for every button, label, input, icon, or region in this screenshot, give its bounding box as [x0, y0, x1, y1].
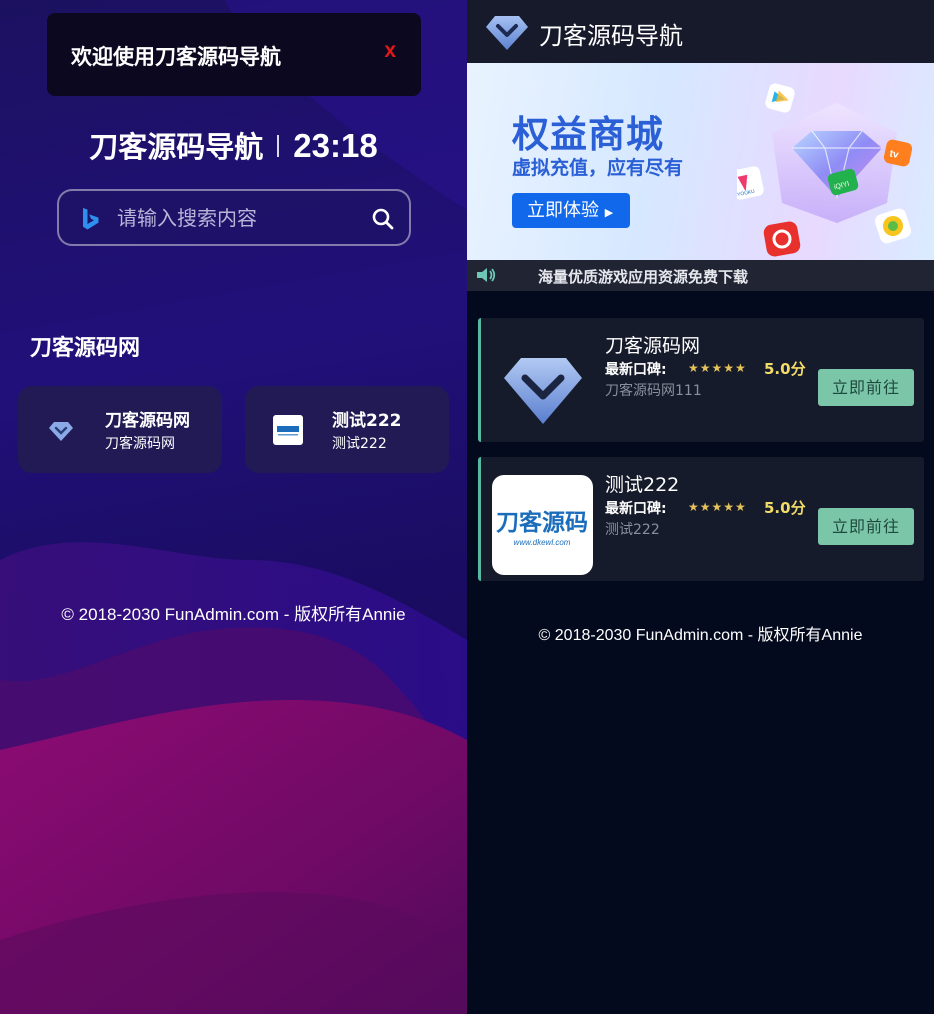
left-panel: 欢迎使用刀客源码导航 x 刀客源码导航 23:18 刀客源码网 刀客源码网 刀客源…	[0, 0, 467, 1014]
daoke-logo-icon	[273, 415, 303, 445]
go-button[interactable]: 立即前往	[818, 508, 914, 545]
search-icon[interactable]	[371, 207, 395, 231]
diamond-logo-icon	[504, 358, 582, 424]
try-now-label: 立即体验	[527, 200, 599, 221]
promo-banner[interactable]: 权益商城 虚拟充值，应有尽有 立即体验 ▶ iQIYI YOUKU tv	[467, 63, 934, 260]
site-name: 刀客源码网	[105, 411, 190, 431]
daoke-logo-icon: 刀客源码 www.dkewl.com	[492, 475, 593, 575]
brand-line: 刀客源码导航 23:18	[0, 124, 467, 166]
search-box	[57, 189, 411, 246]
divider	[277, 135, 280, 157]
search-input[interactable]	[117, 201, 357, 235]
speaker-icon	[477, 268, 496, 282]
score: 5.0分	[764, 499, 806, 517]
site-desc: 刀客源码网	[105, 436, 175, 452]
copyright: © 2018-2030 FunAdmin.com - 版权所有Annie	[538, 627, 863, 644]
welcome-notice: 欢迎使用刀客源码导航 x	[47, 13, 421, 96]
site-card-test222[interactable]: 测试222 测试222	[245, 386, 449, 473]
youku-icon: YOUKU	[737, 166, 764, 200]
app-card-test222: 刀客源码 www.dkewl.com 测试222 最新口碑: ★★★★★ 5.0…	[478, 457, 924, 581]
welcome-text: 欢迎使用刀客源码导航	[71, 45, 281, 69]
header-title: 刀客源码导航	[539, 22, 683, 50]
diamond-logo-icon[interactable]	[483, 8, 531, 56]
score: 5.0分	[764, 360, 806, 378]
caret-right-icon: ▶	[604, 206, 614, 219]
group-title: 刀客源码网	[30, 336, 141, 361]
notice-bar: 海量优质游戏应用资源免费下载	[467, 260, 934, 291]
notice-text: 海量优质游戏应用资源免费下载	[538, 268, 749, 286]
site-desc: 测试222	[332, 436, 387, 452]
go-button[interactable]: 立即前往	[818, 369, 914, 406]
clock: 23:18	[293, 127, 378, 164]
app-desc: 刀客源码网111	[605, 383, 702, 399]
netease-music-icon	[763, 221, 801, 257]
gem-illustration: iQIYI YOUKU tv	[737, 83, 913, 257]
right-panel: 刀客源码导航 权益商城 虚拟充值，应有尽有 立即体验 ▶ iQIYI YOUKU…	[467, 0, 934, 1014]
bing-icon[interactable]	[81, 207, 101, 231]
app-name: 测试222	[605, 474, 680, 496]
app-desc: 测试222	[605, 522, 660, 538]
logo-main-text: 刀客源码	[496, 509, 588, 536]
logo-sub-text: www.dkewl.com	[514, 538, 571, 547]
header: 刀客源码导航	[467, 0, 934, 63]
site-name: 刀客源码导航	[89, 130, 264, 164]
rating-label: 最新口碑:	[605, 501, 667, 517]
copyright: © 2018-2030 FunAdmin.com - 版权所有Annie	[61, 605, 406, 624]
site-card-daoke[interactable]: 刀客源码网 刀客源码网	[18, 386, 222, 473]
star-rating: ★★★★★	[688, 361, 747, 375]
site-name: 测试222	[332, 411, 402, 431]
tencent-video-icon	[765, 83, 795, 113]
try-now-button[interactable]: 立即体验 ▶	[512, 193, 630, 228]
diamond-logo-icon	[49, 422, 73, 441]
banner-title: 权益商城	[512, 113, 664, 156]
close-button[interactable]: x	[384, 39, 396, 63]
app-name: 刀客源码网	[605, 335, 701, 357]
app-card-daoke: 刀客源码网 最新口碑: ★★★★★ 5.0分 刀客源码网111 立即前往	[478, 318, 924, 442]
banner-subtitle: 虚拟充值，应有尽有	[512, 157, 684, 179]
rating-label: 最新口碑:	[605, 362, 667, 378]
green-app-icon	[874, 208, 912, 244]
star-rating: ★★★★★	[688, 500, 747, 514]
